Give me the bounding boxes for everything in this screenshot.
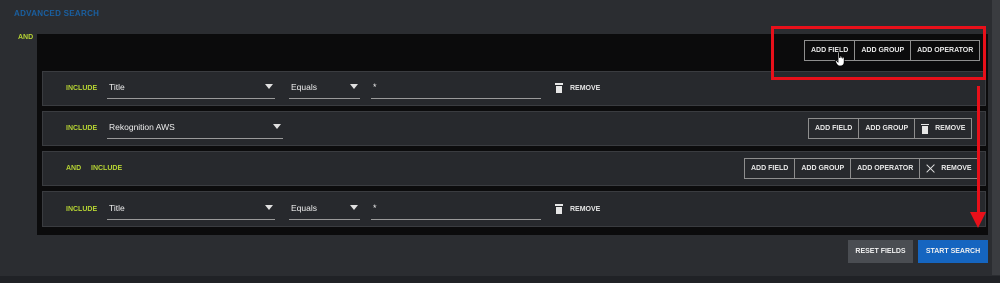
field-select[interactable]: Title [107, 200, 275, 220]
add-group-button[interactable]: ADD GROUP [795, 159, 852, 178]
condition-select[interactable]: Equals [289, 79, 360, 99]
include-label: INCLUDE [66, 206, 98, 213]
remove-button[interactable]: REMOVE [555, 204, 600, 214]
page-title: ADVANCED SEARCH [14, 9, 100, 18]
value-input[interactable]: * [371, 79, 541, 99]
condition-row: INCLUDE Title Equals * REMOVE [42, 191, 986, 227]
remove-label: REMOVE [570, 205, 601, 213]
annotation-highlight-box [771, 26, 986, 80]
remove-label: REMOVE [935, 125, 966, 132]
trash-icon [555, 204, 563, 214]
operator-label: AND [66, 165, 82, 172]
field-select-value: Title [109, 82, 125, 92]
annotation-arrow-head [970, 212, 986, 228]
close-icon [926, 164, 935, 173]
condition-select-value: Equals [291, 82, 317, 92]
condition-select-value: Equals [291, 203, 317, 213]
include-label: INCLUDE [66, 125, 98, 132]
remove-label: REMOVE [941, 165, 972, 172]
chevron-down-icon [265, 205, 273, 210]
group-toolbar: ADD FIELD ADD GROUP REMOVE [808, 118, 973, 139]
chevron-down-icon [350, 205, 358, 210]
group-select-value: Rekognition AWS [109, 122, 175, 132]
chevron-down-icon [273, 124, 281, 129]
trash-icon [555, 83, 563, 93]
remove-button[interactable]: REMOVE [555, 83, 600, 93]
remove-label: REMOVE [570, 84, 601, 92]
hand-pointer-icon [835, 51, 845, 67]
group-select[interactable]: Rekognition AWS [107, 119, 283, 139]
chevron-down-icon [350, 84, 358, 89]
operator-row: AND INCLUDE ADD FIELD ADD GROUP ADD OPER… [42, 151, 986, 186]
field-select-value: Title [109, 203, 125, 213]
annotation-arrow-line [977, 86, 980, 216]
page-scrollbar[interactable] [992, 0, 1000, 275]
include-label: INCLUDE [66, 85, 98, 92]
start-search-button[interactable]: START SEARCH [918, 240, 988, 263]
root-operator-label: AND [18, 34, 34, 41]
add-group-button[interactable]: ADD GROUP [859, 119, 916, 138]
remove-button[interactable]: REMOVE [915, 119, 971, 138]
reset-fields-button[interactable]: RESET FIELDS [848, 240, 913, 263]
group-row: INCLUDE Rekognition AWS ADD FIELD ADD GR… [42, 111, 986, 146]
trash-icon [921, 123, 930, 134]
add-field-button[interactable]: ADD FIELD [809, 119, 860, 138]
bottom-divider [0, 276, 1000, 283]
add-field-button[interactable]: ADD FIELD [745, 159, 796, 178]
add-operator-button[interactable]: ADD OPERATOR [851, 159, 921, 178]
condition-select[interactable]: Equals [289, 200, 360, 220]
include-label: INCLUDE [91, 165, 123, 172]
chevron-down-icon [265, 84, 273, 89]
remove-button[interactable]: REMOVE [920, 159, 977, 178]
field-select[interactable]: Title [107, 79, 275, 99]
value-input[interactable]: * [371, 200, 541, 220]
operator-toolbar: ADD FIELD ADD GROUP ADD OPERATOR REMOVE [744, 158, 979, 179]
